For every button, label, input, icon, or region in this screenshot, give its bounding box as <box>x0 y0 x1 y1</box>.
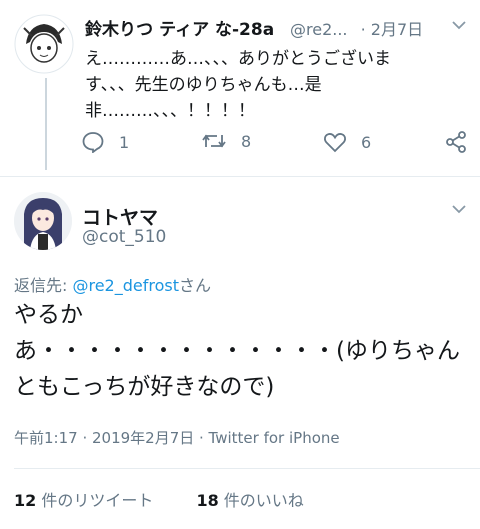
reply-count: 1 <box>119 132 130 152</box>
tweet-timestamp[interactable]: 午前1:17 · 2019年2月7日 · Twitter for iPhone <box>14 427 340 448</box>
parent-display-name[interactable]: 鈴木りつ ティア な-28a <box>85 15 274 40</box>
thread-line <box>45 78 47 170</box>
parent-date[interactable]: · 2月7日 <box>361 20 424 39</box>
like-action[interactable]: 6 <box>323 131 371 153</box>
replying-to: 返信先: @re2_defrostさん <box>14 272 211 296</box>
share-icon[interactable] <box>444 130 468 154</box>
parent-handle-text: @re2... <box>290 20 348 39</box>
author-handle[interactable]: @cot_510 <box>82 227 166 247</box>
reply-action[interactable]: 1 <box>81 131 129 153</box>
chevron-down-icon[interactable] <box>452 204 466 214</box>
likes-stat[interactable]: 18 件のいいね <box>196 491 303 510</box>
reply-icon <box>82 132 104 153</box>
author-avatar[interactable] <box>14 192 72 250</box>
author-display-name[interactable]: コトヤマ <box>82 203 158 230</box>
like-count: 6 <box>361 132 372 152</box>
parent-tweet-text: え…………あ…、、、ありがとうございます、、、先生のゆりちゃんも…是非………、、… <box>85 49 391 121</box>
retweet-icon <box>202 134 226 148</box>
divider <box>14 468 480 469</box>
like-icon <box>324 133 346 153</box>
reply-mention-link[interactable]: @re2_defrost <box>72 276 179 295</box>
reply-suffix: さん <box>179 276 212 295</box>
reply-prefix: 返信先: <box>14 276 73 295</box>
retweets-stat[interactable]: 12 件のリツイート <box>14 491 153 510</box>
tweet-stats: 12 件のリツイート 18 件のいいね <box>14 487 304 511</box>
retweets-number: 12 <box>14 491 37 510</box>
retweet-action[interactable]: 8 <box>201 131 251 151</box>
tweet-text: やるか あ・・・・・・・・・・・・・(ゆりちゃんともこっちが好きなので) <box>14 302 460 400</box>
chevron-down-icon[interactable] <box>452 20 466 30</box>
retweets-label: 件のリツイート <box>36 491 154 510</box>
likes-number: 18 <box>196 491 219 510</box>
parent-handle: @re2... · 2月7日 <box>290 16 423 40</box>
retweet-count: 8 <box>241 131 252 151</box>
divider <box>0 176 480 177</box>
parent-avatar[interactable] <box>14 14 74 74</box>
likes-label: 件のいいね <box>218 491 304 510</box>
